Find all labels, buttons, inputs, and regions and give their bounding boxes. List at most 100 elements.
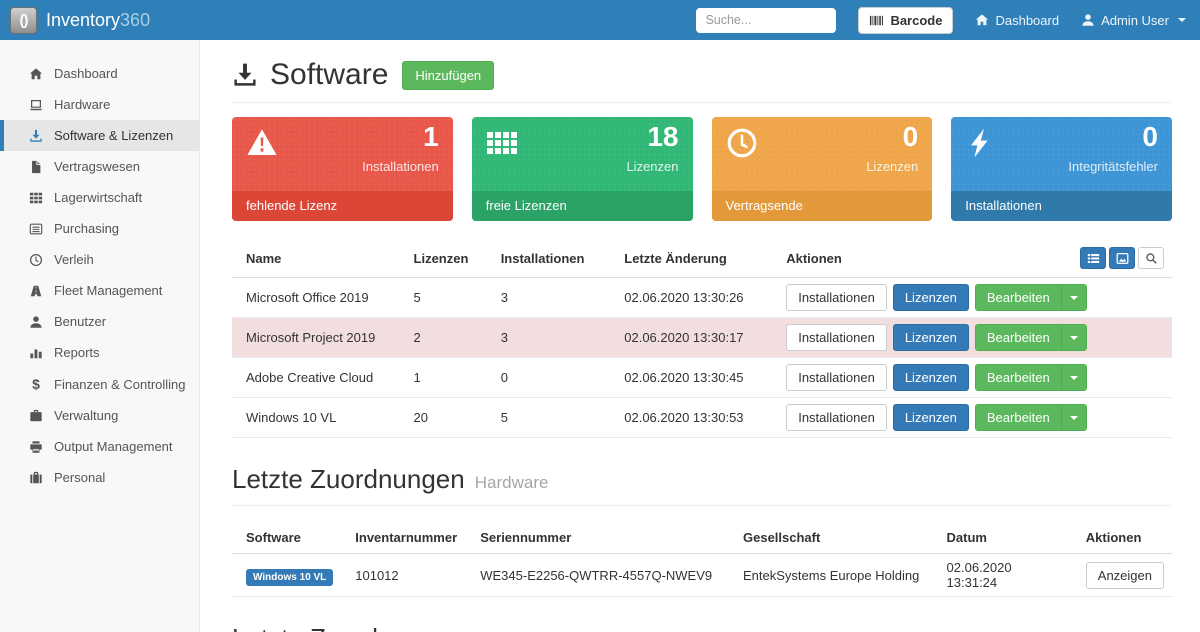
sidebar-item-label: Hardware bbox=[54, 97, 110, 112]
sidebar-item-label: Fleet Management bbox=[54, 283, 162, 298]
sidebar-item-label: Vertragswesen bbox=[54, 159, 140, 174]
anzeigen-button[interactable]: Anzeigen bbox=[1086, 562, 1164, 589]
brand[interactable]: () Inventory360 bbox=[10, 7, 150, 34]
sidebar-item-verwaltung[interactable]: Verwaltung bbox=[0, 400, 199, 431]
clock-icon bbox=[726, 127, 758, 159]
installationen-button[interactable]: Installationen bbox=[786, 364, 887, 391]
installationen-button[interactable]: Installationen bbox=[786, 284, 887, 311]
sidebar-item-label: Software & Lizenzen bbox=[54, 128, 173, 143]
stat-card-freie-lizenzen[interactable]: 18 Lizenzen freie Lizenzen bbox=[472, 117, 693, 221]
sidebar-item-reports[interactable]: Reports bbox=[0, 337, 199, 368]
column-header-software[interactable]: Software bbox=[232, 520, 341, 554]
column-header-seriennummer[interactable]: Seriennummer bbox=[466, 520, 729, 554]
column-header-datum[interactable]: Datum bbox=[933, 520, 1072, 554]
sidebar-item-lagerwirtschaft[interactable]: Lagerwirtschaft bbox=[0, 182, 199, 213]
sidebar-item-benutzer[interactable]: Benutzer bbox=[0, 306, 199, 337]
cell-installationen: 3 bbox=[487, 278, 611, 318]
lizenzen-button[interactable]: Lizenzen bbox=[893, 284, 969, 311]
sidebar-item-label: Purchasing bbox=[54, 221, 119, 236]
column-header-letzte-aenderung[interactable]: Letzte Änderung bbox=[610, 237, 772, 278]
stat-value: 0 bbox=[1142, 121, 1158, 153]
home-icon bbox=[29, 67, 43, 81]
list-view-button[interactable] bbox=[1080, 247, 1106, 269]
cell-name: Windows 10 VL bbox=[232, 398, 400, 438]
cell-lizenzen: 1 bbox=[400, 358, 487, 398]
installationen-button[interactable]: Installationen bbox=[786, 404, 887, 431]
sidebar-item-label: Finanzen & Controlling bbox=[54, 377, 186, 392]
bearbeiten-dropdown-toggle[interactable] bbox=[1061, 325, 1086, 350]
bearbeiten-button[interactable]: Bearbeiten bbox=[976, 285, 1061, 310]
sidebar-item-output-management[interactable]: Output Management bbox=[0, 431, 199, 462]
dollar-icon: $ bbox=[29, 376, 43, 392]
cell-name: Adobe Creative Cloud bbox=[232, 358, 400, 398]
stat-label: Lizenzen bbox=[866, 159, 918, 174]
sidebar-item-label: Reports bbox=[54, 345, 100, 360]
column-header-installationen[interactable]: Installationen bbox=[487, 237, 611, 278]
brand-logo-icon: () bbox=[10, 7, 37, 34]
bearbeiten-button[interactable]: Bearbeiten bbox=[976, 405, 1061, 430]
cell-lizenzen: 5 bbox=[400, 278, 487, 318]
lizenzen-button[interactable]: Lizenzen bbox=[893, 324, 969, 351]
column-header-gesellschaft[interactable]: Gesellschaft bbox=[729, 520, 933, 554]
bearbeiten-button[interactable]: Bearbeiten bbox=[976, 365, 1061, 390]
column-header-name[interactable]: Name bbox=[232, 237, 400, 278]
bolt-icon bbox=[965, 127, 997, 159]
stat-card-fehlende-lizenz[interactable]: 1 Installationen fehlende Lizenz bbox=[232, 117, 453, 221]
lizenzen-button[interactable]: Lizenzen bbox=[893, 404, 969, 431]
column-header-aktionen: Aktionen bbox=[772, 237, 1066, 278]
stat-card-vertragsende[interactable]: 0 Lizenzen Vertragsende bbox=[712, 117, 933, 221]
search-button[interactable] bbox=[1138, 247, 1164, 269]
cell-installationen: 5 bbox=[487, 398, 611, 438]
bearbeiten-dropdown-toggle[interactable] bbox=[1061, 365, 1086, 390]
stat-value: 18 bbox=[647, 121, 678, 153]
stat-footer: Installationen bbox=[951, 191, 1172, 221]
brand-name: Inventory360 bbox=[46, 10, 150, 31]
column-header-aktionen: Aktionen bbox=[1072, 520, 1172, 554]
stat-cards: 1 Installationen fehlende Lizenz 18 Lize… bbox=[232, 117, 1172, 221]
cell-gesellschaft: EntekSystems Europe Holding bbox=[729, 554, 933, 597]
nav-dashboard-link[interactable]: Dashboard bbox=[975, 13, 1059, 28]
sidebar-item-label: Output Management bbox=[54, 439, 173, 454]
sidebar-item-finanzen-controlling[interactable]: $ Finanzen & Controlling bbox=[0, 368, 199, 400]
chevron-down-icon bbox=[1070, 296, 1078, 300]
sidebar-item-dashboard[interactable]: Dashboard bbox=[0, 58, 199, 89]
bearbeiten-dropdown-toggle[interactable] bbox=[1061, 405, 1086, 430]
column-header-inventarnummer[interactable]: Inventarnummer bbox=[341, 520, 466, 554]
sidebar-item-hardware[interactable]: Hardware bbox=[0, 89, 199, 120]
sidebar-item-fleet-management[interactable]: Fleet Management bbox=[0, 275, 199, 306]
sidebar-item-software-lizenzen[interactable]: Software & Lizenzen bbox=[0, 120, 199, 151]
clock-icon bbox=[29, 253, 43, 267]
sidebar: Dashboard Hardware Software & Lizenzen V… bbox=[0, 40, 200, 632]
list-alt-icon bbox=[29, 222, 43, 236]
warning-icon bbox=[246, 127, 278, 159]
barcode-button[interactable]: Barcode bbox=[858, 7, 953, 34]
sidebar-item-vertragswesen[interactable]: Vertragswesen bbox=[0, 151, 199, 182]
sidebar-item-label: Verleih bbox=[54, 252, 94, 267]
printer-icon bbox=[29, 440, 43, 454]
bearbeiten-button[interactable]: Bearbeiten bbox=[976, 325, 1061, 350]
sidebar-item-purchasing[interactable]: Purchasing bbox=[0, 213, 199, 244]
stat-card-integritaetsfehler[interactable]: 0 Integritätsfehler Installationen bbox=[951, 117, 1172, 221]
add-button[interactable]: Hinzufügen bbox=[402, 61, 494, 90]
column-header-lizenzen[interactable]: Lizenzen bbox=[400, 237, 487, 278]
stat-footer: fehlende Lizenz bbox=[232, 191, 453, 221]
download-icon bbox=[29, 129, 43, 143]
sidebar-item-label: Verwaltung bbox=[54, 408, 118, 423]
cell-name: Microsoft Project 2019 bbox=[232, 318, 400, 358]
stat-label: Lizenzen bbox=[626, 159, 678, 174]
page-title: Software bbox=[232, 58, 388, 92]
grid-icon bbox=[29, 191, 43, 205]
software-badge[interactable]: Windows 10 VL bbox=[246, 569, 333, 586]
card-view-button[interactable] bbox=[1109, 247, 1135, 269]
search-input[interactable] bbox=[696, 8, 836, 33]
stat-value: 1 bbox=[423, 121, 439, 153]
lizenzen-button[interactable]: Lizenzen bbox=[893, 364, 969, 391]
cell-installationen: 3 bbox=[487, 318, 611, 358]
bearbeiten-dropdown-toggle[interactable] bbox=[1061, 285, 1086, 310]
sidebar-item-label: Dashboard bbox=[54, 66, 118, 81]
user-menu[interactable]: Admin User bbox=[1081, 13, 1186, 28]
sidebar-item-verleih[interactable]: Verleih bbox=[0, 244, 199, 275]
sidebar-item-personal[interactable]: Personal bbox=[0, 462, 199, 493]
installationen-button[interactable]: Installationen bbox=[786, 324, 887, 351]
chevron-down-icon bbox=[1070, 376, 1078, 380]
